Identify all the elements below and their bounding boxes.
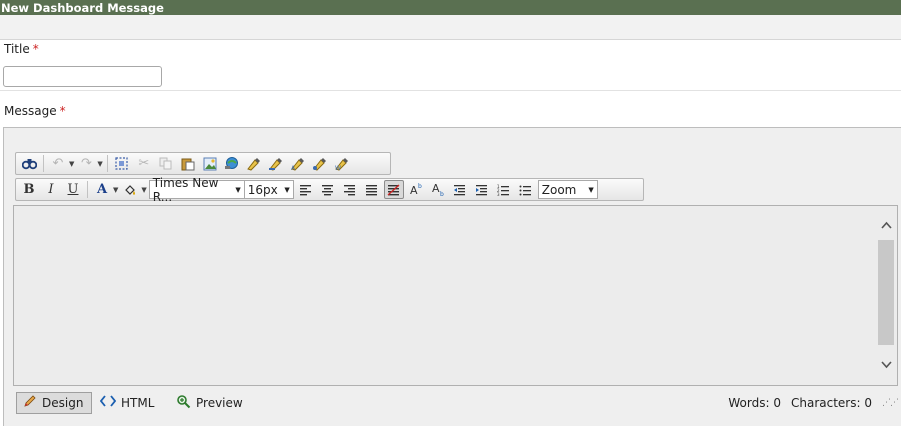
- image-manager-icon[interactable]: [200, 154, 220, 173]
- required-marker: *: [32, 42, 39, 56]
- media-manager-icon[interactable]: [310, 154, 330, 173]
- editor-content-area[interactable]: [13, 205, 898, 386]
- toolbar-separator: [43, 155, 44, 172]
- toolbar-separator: [106, 155, 108, 172]
- bulleted-list-icon[interactable]: [516, 180, 536, 199]
- chevron-down-icon: ▼: [284, 186, 290, 194]
- magnifier-icon: [176, 394, 191, 413]
- html-mode-button[interactable]: HTML: [94, 392, 160, 414]
- editor-mode-bar: Design HTML Preview Words: 0 Characters:…: [13, 392, 899, 416]
- title-input[interactable]: [3, 66, 162, 87]
- word-count: Words: 0: [728, 396, 781, 410]
- chevron-down-icon: ▼: [235, 186, 241, 194]
- required-marker: *: [59, 104, 66, 118]
- bold-button[interactable]: B: [19, 180, 39, 199]
- align-center-icon[interactable]: [318, 180, 338, 199]
- message-label-text: Message: [4, 104, 57, 118]
- background-color-icon[interactable]: [120, 180, 140, 199]
- numbered-list-icon[interactable]: 123: [494, 180, 514, 199]
- design-mode-label: Design: [42, 396, 84, 410]
- select-all-icon[interactable]: [112, 154, 132, 173]
- character-count-value: 0: [864, 396, 872, 410]
- html-mode-label: HTML: [121, 396, 155, 410]
- word-count-value: 0: [773, 396, 781, 410]
- resize-grip-icon[interactable]: ⋰⋰: [882, 398, 899, 408]
- editor-stats: Words: 0 Characters: 0 ⋰⋰: [728, 396, 899, 410]
- flash-manager-icon[interactable]: W: [332, 154, 352, 173]
- divider: [0, 90, 901, 91]
- svg-text:b: b: [418, 183, 422, 190]
- subscript-icon[interactable]: Ab: [428, 180, 448, 199]
- remove-alignment-icon[interactable]: [383, 180, 404, 199]
- align-left-icon[interactable]: [296, 180, 316, 199]
- font-name-select[interactable]: Times New R... ▼: [148, 176, 245, 204]
- editor-toolbar-format: B I U A ▼ ▼ Times New R... ▼ 16px ▼ A b …: [15, 176, 644, 204]
- scroll-down-icon[interactable]: [880, 359, 892, 371]
- align-right-icon[interactable]: [340, 180, 360, 199]
- preview-mode-button[interactable]: Preview: [170, 392, 249, 414]
- scroll-up-icon[interactable]: [880, 219, 892, 231]
- redo-icon[interactable]: ↷: [76, 154, 96, 173]
- scrollbar-track[interactable]: [878, 240, 894, 345]
- character-count-label: Characters:: [790, 396, 861, 410]
- svg-text:W: W: [335, 165, 341, 171]
- superscript-icon[interactable]: Ab: [406, 180, 426, 199]
- page-title: New Dashboard Message: [1, 1, 164, 15]
- paste-icon[interactable]: [178, 154, 198, 173]
- svg-text:b: b: [440, 191, 444, 196]
- page-header: New Dashboard Message: [0, 0, 901, 15]
- svg-text:A: A: [410, 184, 418, 196]
- zoom-value: Zoom: [541, 182, 577, 197]
- justify-icon[interactable]: [362, 180, 382, 199]
- outdent-icon[interactable]: [450, 180, 470, 199]
- indent-icon[interactable]: [472, 180, 492, 199]
- title-label: Title *: [4, 42, 39, 56]
- pencil-icon: [23, 394, 37, 412]
- svg-text:A: A: [432, 183, 440, 195]
- format-stripper-icon[interactable]: [244, 154, 264, 173]
- font-color-button[interactable]: A: [92, 180, 112, 199]
- underline-button[interactable]: U: [63, 180, 83, 199]
- copy-icon[interactable]: [156, 154, 176, 173]
- background-color-dropdown-icon[interactable]: ▼: [141, 186, 146, 194]
- preview-mode-label: Preview: [196, 396, 243, 410]
- undo-icon[interactable]: ↶: [48, 154, 68, 173]
- font-size-value: 16px: [247, 182, 278, 197]
- find-icon[interactable]: [19, 154, 39, 173]
- font-color-dropdown-icon[interactable]: ▼: [113, 186, 118, 194]
- redo-dropdown-icon[interactable]: ▼: [97, 160, 102, 168]
- word-count-label: Words:: [728, 396, 770, 410]
- cut-icon[interactable]: ✂: [134, 154, 154, 173]
- rich-text-editor: ↶ ▼ ↷ ▼ ✂ A W B I U A ▼ ▼ Times New R...…: [3, 127, 901, 426]
- code-icon: [99, 395, 117, 411]
- message-label: Message *: [4, 104, 66, 118]
- undo-dropdown-icon[interactable]: ▼: [69, 160, 74, 168]
- document-manager-icon[interactable]: [266, 154, 286, 173]
- zoom-select[interactable]: Zoom ▼: [537, 180, 598, 199]
- editor-toolbar-top: ↶ ▼ ↷ ▼ ✂ A W: [15, 152, 391, 175]
- font-name-value: Times New R...: [152, 175, 219, 204]
- title-label-text: Title: [4, 42, 30, 56]
- design-mode-button[interactable]: Design: [16, 392, 92, 414]
- italic-button[interactable]: I: [41, 180, 61, 199]
- template-manager-icon[interactable]: A: [288, 154, 308, 173]
- chevron-down-icon: ▼: [588, 186, 594, 194]
- svg-text:3: 3: [497, 192, 500, 196]
- font-size-select[interactable]: 16px ▼: [243, 180, 294, 199]
- header-strip: [0, 15, 901, 40]
- hyperlink-manager-icon[interactable]: [222, 154, 242, 173]
- toolbar-separator: [87, 181, 88, 198]
- character-count: Characters: 0: [791, 396, 872, 410]
